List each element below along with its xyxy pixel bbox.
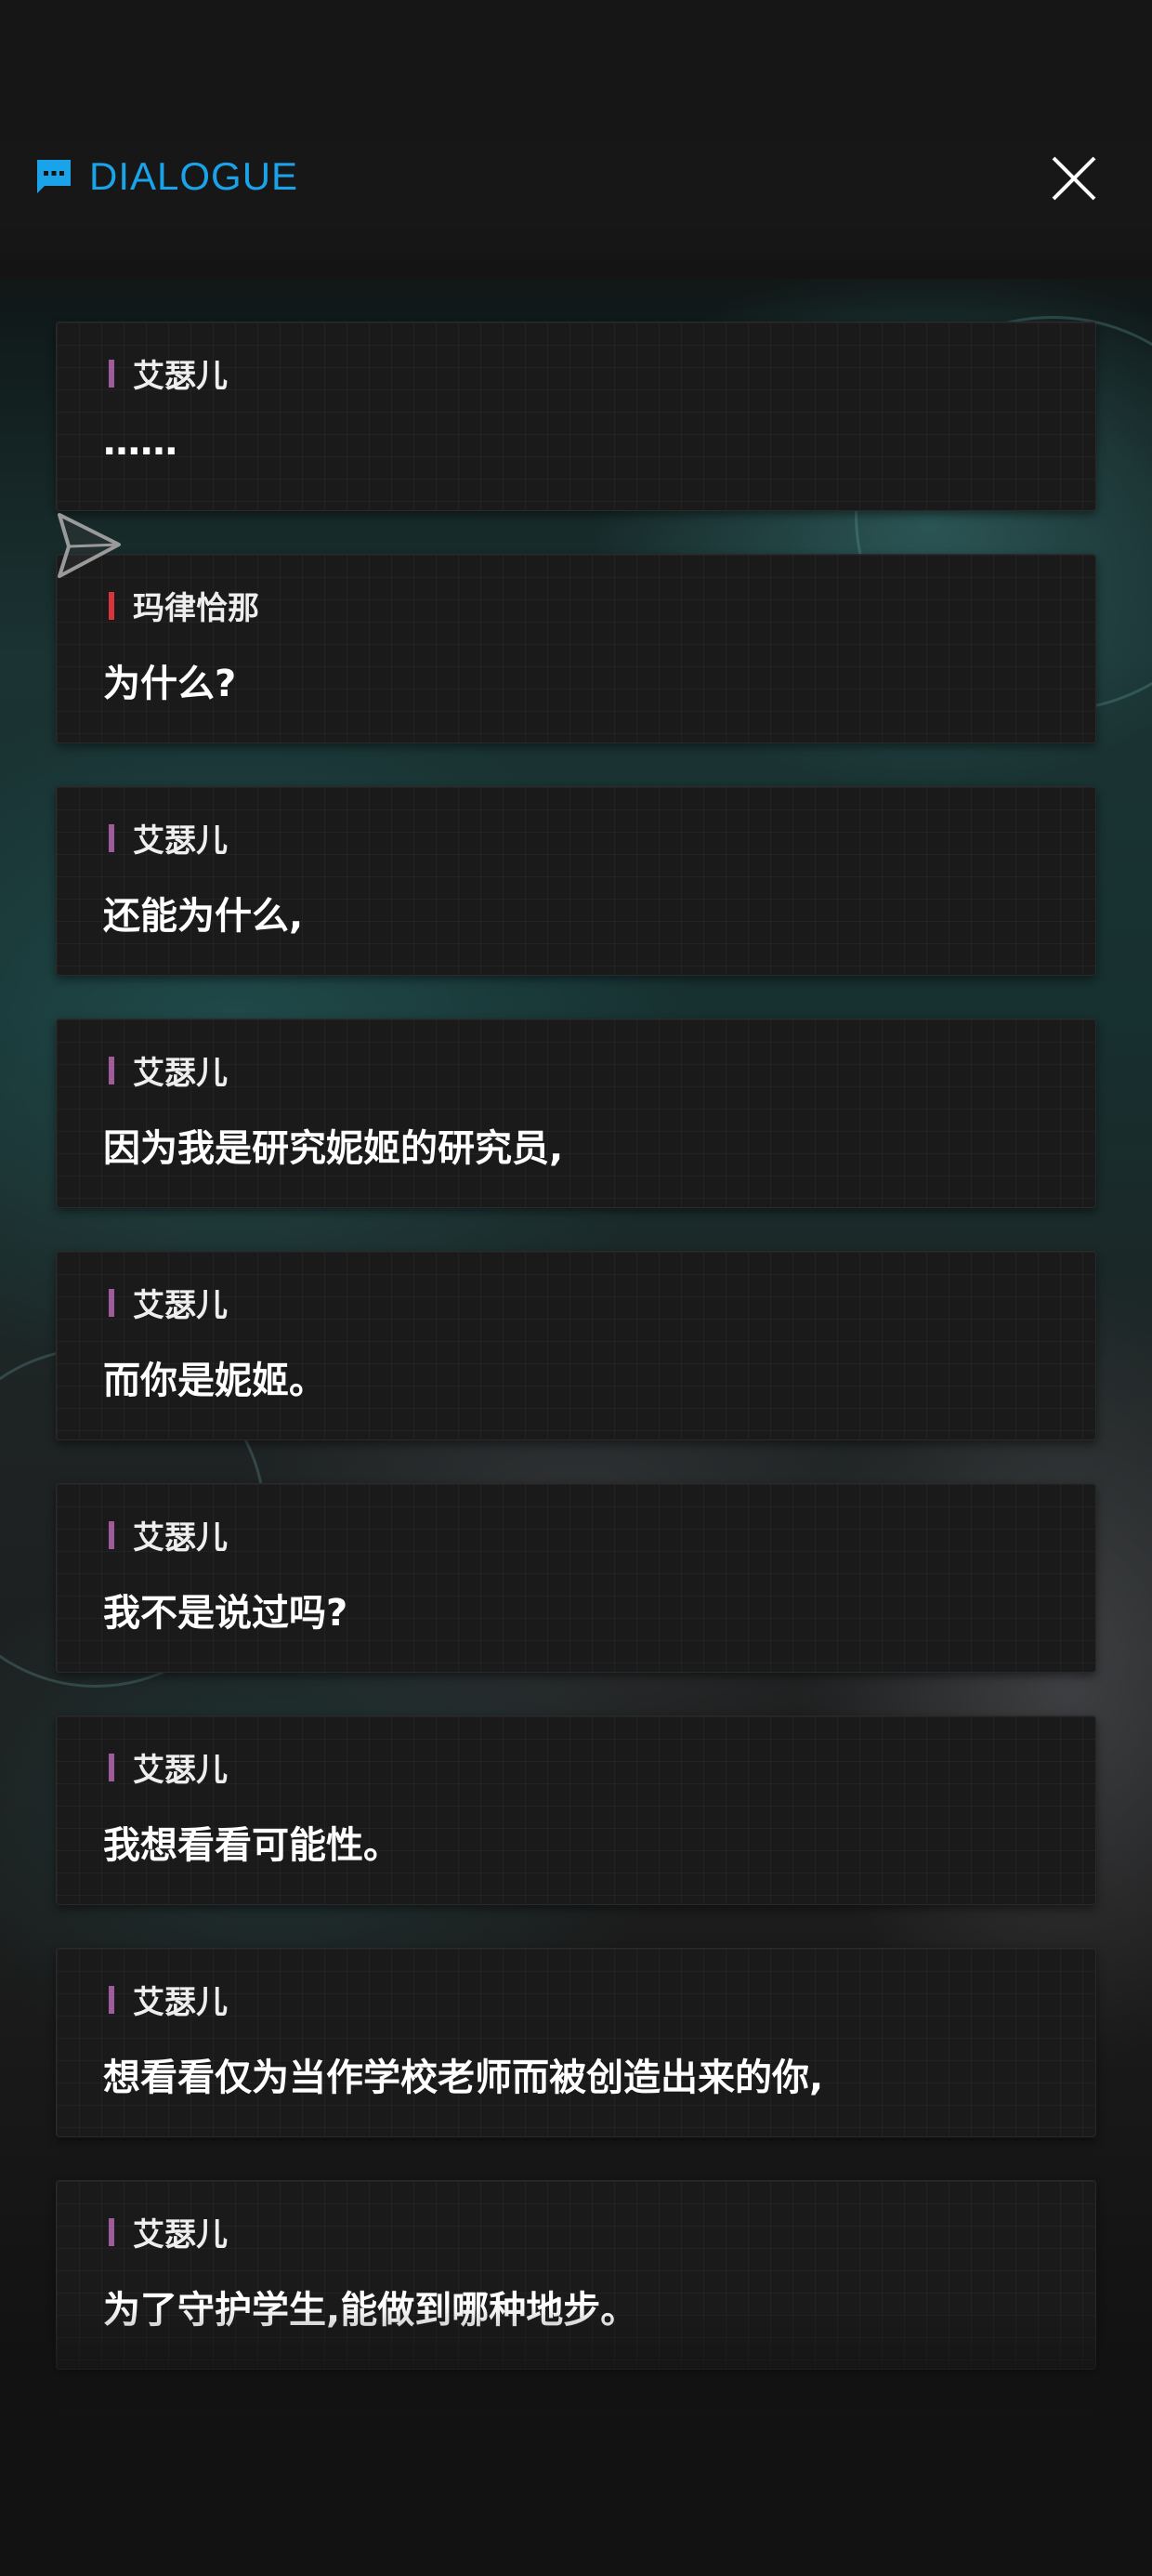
- dialogue-text: 想看看仅为当作学校老师而被创造出来的你,: [103, 2057, 824, 2099]
- dialogue-entry: 玛律恰那为什么?: [56, 554, 1096, 743]
- dialogue-list[interactable]: 艾瑟儿…… 玛律恰那 为什么? 艾瑟儿 还能为什么, 艾瑟儿 因为我是研究妮姬的研究员, 艾瑟…: [56, 322, 1096, 2576]
- speaker-tag: 艾瑟儿: [109, 1512, 228, 1557]
- dialogue-text: 因为我是研究妮姬的研究员,: [103, 1127, 564, 1170]
- title-group: DIALOGUE: [33, 154, 298, 199]
- speaker-tag: 艾瑟儿: [109, 1977, 228, 2022]
- speaker-tag: 艾瑟儿: [109, 2209, 228, 2254]
- dialogue-header: DIALOGUE: [0, 139, 1152, 214]
- dialogue-entry: 艾瑟儿我想看看可能性。: [56, 1715, 1096, 1905]
- dialogue-text: ……: [103, 421, 177, 464]
- dialogue-title: DIALOGUE: [89, 154, 299, 198]
- speaker-color-bar: [109, 2217, 114, 2246]
- speaker-color-bar: [109, 591, 114, 620]
- dialogue-entry: 艾瑟儿想看看仅为当作学校老师而被创造出来的你,: [56, 1948, 1096, 2137]
- speaker-tag: 艾瑟儿: [109, 1047, 228, 1093]
- speaker-tag: 艾瑟儿: [109, 815, 228, 861]
- dialogue-entry: 艾瑟儿我不是说过吗?: [56, 1483, 1096, 1673]
- close-button[interactable]: [1046, 151, 1102, 206]
- speaker-tag: 艾瑟儿: [109, 1280, 228, 1325]
- dialogue-text: 为什么?: [103, 663, 237, 705]
- speaker-name: 艾瑟儿: [133, 1055, 228, 1092]
- speaker-name: 艾瑟儿: [133, 2216, 228, 2254]
- dialogue-text: 还能为什么,: [103, 895, 304, 938]
- dialogue-entry: 艾瑟儿还能为什么,: [56, 786, 1096, 976]
- speaker-color-bar: [109, 1753, 114, 1781]
- speaker-name: 玛律恰那: [133, 590, 259, 627]
- speaker-color-bar: [109, 1985, 114, 2014]
- speaker-color-bar: [109, 823, 114, 852]
- speaker-tag: 艾瑟儿: [109, 1744, 228, 1790]
- speaker-name: 艾瑟儿: [133, 358, 228, 395]
- bottom-fade: [0, 2305, 1152, 2576]
- speaker-name: 艾瑟儿: [133, 1287, 228, 1324]
- dialogue-log-screen: DIALOGUE 艾瑟儿…… 玛律恰那 为什么? 艾瑟儿 还能为什么, 艾瑟儿 因为我是研究…: [0, 0, 1152, 2576]
- dialogue-entry: 艾瑟儿因为我是研究妮姬的研究员,: [56, 1019, 1096, 1208]
- speaker-name: 艾瑟儿: [133, 1984, 228, 2021]
- speaker-name: 艾瑟儿: [133, 1519, 228, 1557]
- speaker-name: 艾瑟儿: [133, 822, 228, 860]
- dialogue-text: 而你是妮姬。: [103, 1360, 326, 1402]
- dialogue-entry: 艾瑟儿 ……: [56, 322, 1096, 511]
- close-icon: [1052, 156, 1096, 201]
- speaker-color-bar: [109, 1056, 114, 1084]
- dialogue-text: 我想看看可能性。: [103, 1824, 400, 1867]
- speaker-name: 艾瑟儿: [133, 1752, 228, 1789]
- speaker-color-bar: [109, 359, 114, 388]
- send-icon[interactable]: [45, 509, 128, 584]
- speaker-tag: 艾瑟儿: [109, 350, 228, 396]
- speaker-color-bar: [109, 1288, 114, 1317]
- speaker-tag: 玛律恰那: [109, 583, 259, 628]
- dialogue-text: 我不是说过吗?: [103, 1592, 348, 1635]
- dialogue-entry: 艾瑟儿而你是妮姬。: [56, 1251, 1096, 1440]
- chat-bubble-icon: [33, 156, 74, 197]
- speaker-color-bar: [109, 1520, 114, 1549]
